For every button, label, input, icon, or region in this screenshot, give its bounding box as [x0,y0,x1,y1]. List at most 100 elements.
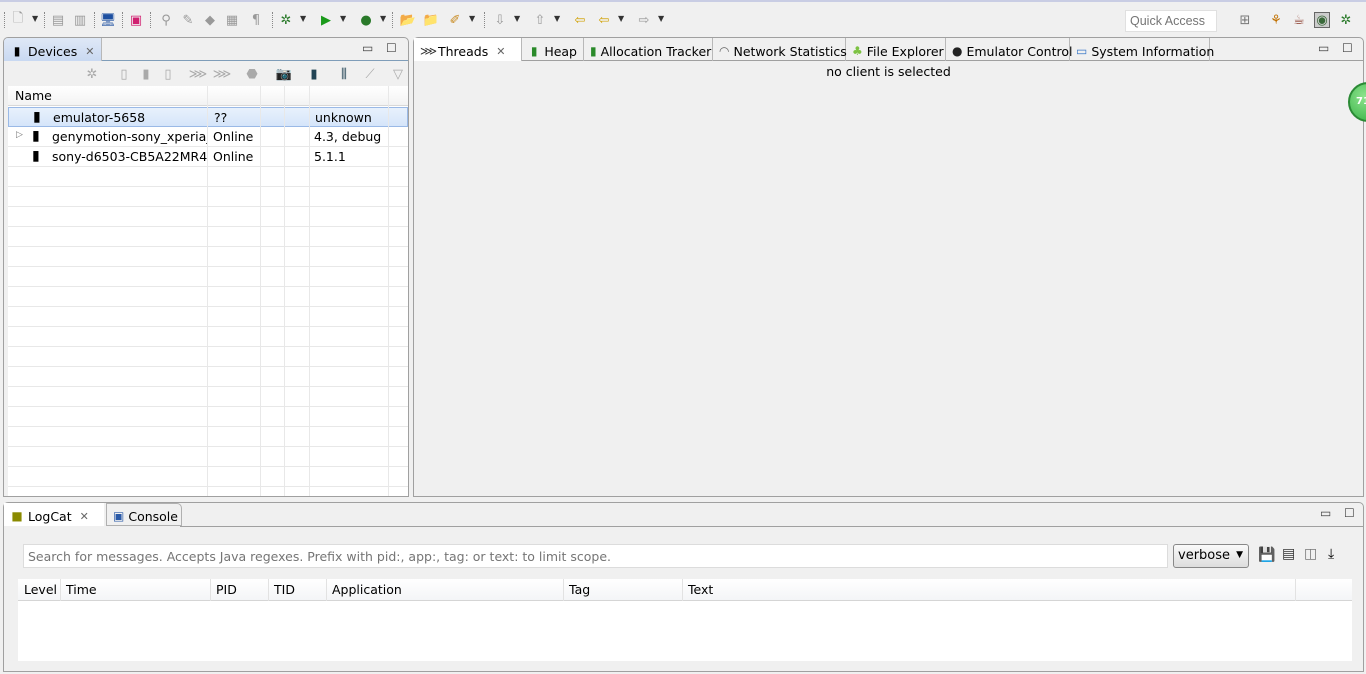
chevron-down-icon[interactable]: ▼ [340,14,346,23]
maximize-icon[interactable]: ☐ [1342,41,1353,55]
ddms-icon[interactable]: ▣ [128,12,144,28]
tab-console[interactable]: ▣ Console [106,503,182,526]
column-header-application[interactable]: Application [328,580,406,600]
column-header-text[interactable]: Text [684,580,717,600]
update-heap-icon[interactable]: ▯ [116,66,132,82]
device-row[interactable]: ▮ emulator-5658?? unknown [8,107,408,127]
tab-devices[interactable]: ▮ Devices ✕ [4,38,102,61]
chevron-down-icon[interactable]: ▼ [514,14,520,23]
chevron-down-icon[interactable]: ▼ [554,14,560,23]
view-menu-icon[interactable]: ▽ [390,66,406,82]
run-icon[interactable]: ▶ [318,12,334,28]
column-divider[interactable] [1295,579,1296,601]
open-perspective-icon[interactable]: ⊞ [1237,12,1253,28]
last-edit-icon[interactable]: ⇦ [572,12,588,28]
tab-emulator-control[interactable]: ● Emulator Control [946,38,1072,61]
open-type-icon[interactable]: 📂 [400,12,416,28]
search-icon[interactable]: ✐ [447,12,463,28]
clear-log-icon[interactable]: ▤ [1282,546,1295,562]
ddms-perspective-icon[interactable]: ◉ [1314,12,1330,28]
log-level-select[interactable]: verbose ▼ [1173,544,1249,568]
cause-gc-icon[interactable]: ▯ [160,66,176,82]
update-threads-icon[interactable]: ⋙ [189,66,208,82]
open-folder-icon[interactable]: 📁 [423,12,439,28]
empty-row [8,387,408,407]
scroll-lock-icon[interactable]: ⤓ [1328,546,1334,562]
save-all-icon[interactable]: ▥ [72,12,88,28]
save-icon[interactable]: ▤ [50,12,66,28]
debug-process-icon[interactable]: ✲ [84,66,100,82]
maximize-icon[interactable]: ☐ [1344,506,1355,520]
tab-threads[interactable]: ⋙ Threads ✕ [414,38,522,61]
tab-allocation-tracker[interactable]: ▮ Allocation Tracker [584,38,713,61]
column-header-name[interactable]: Name [11,86,56,106]
empty-row [8,347,408,367]
debug-tool-icon[interactable]: ◆ [202,12,218,28]
chevron-down-icon[interactable]: ▼ [300,14,306,23]
device-row[interactable]: ▷ ▮ genymotion-sony_xperia_z_ Online 4.3, de… [8,127,408,147]
toolbar-separator [484,12,485,28]
column-divider[interactable] [268,579,269,601]
dump-view-hierarchy-icon[interactable]: ▮ [306,66,322,82]
column-divider[interactable] [563,579,564,601]
save-icon[interactable]: 💾 [1258,547,1275,563]
minimize-icon[interactable]: ▭ [1318,41,1329,55]
devices-panel: ▮ Devices ✕ ▭ ☐ ✲ ▯ ▮ ▯ ⋙ ⋙ ⬣ 📷 ▮ ⫼ ⟋ ▽ Name ▮ emula… [3,37,409,497]
debug-perspective-icon[interactable]: ✲ [1338,12,1354,28]
column-header-time[interactable]: Time [62,580,101,600]
column-header-pid[interactable]: PID [212,580,241,600]
column-header-tag[interactable]: Tag [565,580,594,600]
tab-system-information[interactable]: ▭ System Information [1070,38,1214,61]
pin-icon[interactable]: ⚲ [158,12,174,28]
close-icon[interactable]: ✕ [85,45,94,58]
java-icon[interactable]: ☕ [1291,12,1307,28]
debug-icon[interactable]: ✲ [278,12,294,28]
chevron-down-icon[interactable]: ▼ [32,14,38,23]
tab-heap[interactable]: ▮ Heap [522,38,584,61]
tab-network-statistics[interactable]: ◠ Network Statistics [713,38,847,61]
column-header-tid[interactable]: TID [270,580,299,600]
forward-icon[interactable]: ⇨ [636,12,652,28]
minimize-icon[interactable]: ▭ [1320,506,1331,520]
external-tools-icon[interactable]: ● [358,12,374,28]
tab-file-explorer[interactable]: ♣ File Explorer [846,38,946,61]
chevron-down-icon[interactable]: ▼ [618,14,624,23]
dump-hprof-icon[interactable]: ▮ [138,66,154,82]
tab-logcat[interactable]: ■ LogCat ✕ [4,503,104,526]
column-divider[interactable] [682,579,683,601]
device-row[interactable]: ▮ sony-d6503-CB5A22MR4Q Online 5.1.1 [8,147,408,167]
close-icon[interactable]: ✕ [80,510,89,523]
opengl-trace-icon[interactable]: ⟋ [362,66,378,82]
quick-access-input[interactable] [1125,10,1217,32]
monitor-icon[interactable]: 🖥 [100,12,117,28]
systrace-icon[interactable]: ⫼ [336,66,352,82]
stop-process-icon[interactable]: ⬣ [244,66,260,82]
column-header-level[interactable]: Level [20,580,61,600]
next-annotation-icon[interactable]: ⇩ [492,12,508,28]
expand-arrow-icon[interactable]: ▷ [16,130,23,140]
minimize-icon[interactable]: ▭ [362,41,373,55]
column-divider[interactable] [60,579,61,601]
empty-row [8,267,408,287]
chevron-down-icon[interactable]: ▼ [658,14,664,23]
screen-capture-icon[interactable]: 📷 [276,66,292,82]
java-ee-icon[interactable]: ⚘ [1268,12,1284,28]
back-icon[interactable]: ⇦ [596,12,612,28]
maximize-icon[interactable]: ☐ [386,41,397,55]
chevron-down-icon[interactable]: ▼ [380,14,386,23]
logcat-search-input[interactable] [23,544,1168,568]
new-icon[interactable]: 🗋 [10,11,26,28]
chevron-down-icon[interactable]: ▼ [469,14,475,23]
pen-icon[interactable]: ✎ [180,12,196,28]
tab-label: Allocation Tracker [600,43,712,59]
tab-label: LogCat [28,508,72,524]
toggle-filters-icon[interactable]: ◫ [1304,546,1317,562]
start-method-profiling-icon[interactable]: ⋙ [213,66,232,82]
open-task-icon[interactable]: ▦ [224,12,240,28]
column-divider[interactable] [210,579,211,601]
paragraph-icon[interactable]: ¶ [248,12,264,28]
prev-annotation-icon[interactable]: ⇧ [532,12,548,28]
window-icon: ▭ [1076,44,1088,58]
column-divider[interactable] [326,579,327,601]
close-icon[interactable]: ✕ [496,45,505,58]
